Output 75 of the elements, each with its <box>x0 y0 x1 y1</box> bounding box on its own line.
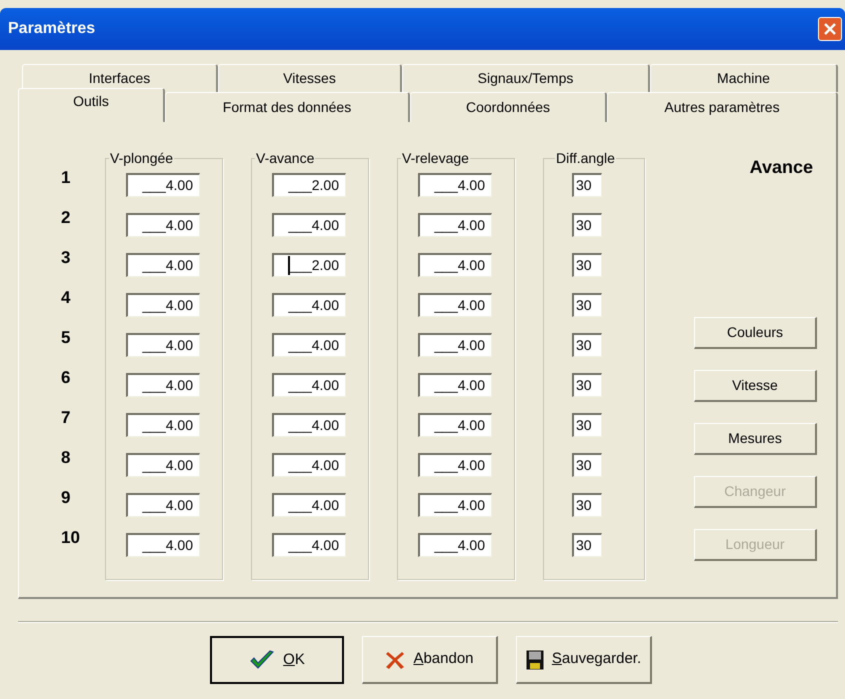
number-field[interactable]: ___4.00 <box>272 213 346 237</box>
tab[interactable]: Signaux/Temps <box>402 64 650 92</box>
number-field[interactable]: ___4.00 <box>418 173 492 197</box>
save-button[interactable]: Sauvegarder. <box>516 636 652 684</box>
number-field[interactable]: ___4.00 <box>126 413 200 437</box>
number-field[interactable]: 30 <box>572 453 602 477</box>
number-field[interactable]: ___4.00 <box>272 293 346 317</box>
row-number: 2 <box>61 208 72 229</box>
number-field[interactable]: ___4.00 <box>272 493 346 517</box>
number-field[interactable]: ___4.00 <box>418 333 492 357</box>
number-field[interactable]: ___2.00 <box>272 253 346 277</box>
number-field[interactable]: 30 <box>572 413 602 437</box>
number-field[interactable]: ___4.00 <box>418 253 492 277</box>
number-field[interactable]: 30 <box>572 253 602 277</box>
tab[interactable]: Coordonnées <box>410 92 607 122</box>
number-field[interactable]: 30 <box>572 493 602 517</box>
cancel-button[interactable]: Abandon <box>362 636 498 684</box>
row-number: 3 <box>61 248 72 269</box>
text-cursor <box>288 256 290 275</box>
number-field[interactable]: ___4.00 <box>126 453 200 477</box>
number-field[interactable]: ___4.00 <box>126 213 200 237</box>
number-field[interactable]: 30 <box>572 333 602 357</box>
number-field[interactable]: 30 <box>572 373 602 397</box>
side-button[interactable]: Mesures <box>694 423 817 455</box>
close-icon <box>823 22 837 36</box>
number-field[interactable]: ___4.00 <box>272 453 346 477</box>
number-field[interactable]: ___4.00 <box>418 493 492 517</box>
tab[interactable]: Format des données <box>165 92 410 122</box>
tab[interactable]: Outils <box>18 88 165 122</box>
number-field[interactable]: ___4.00 <box>272 373 346 397</box>
number-field[interactable]: ___4.00 <box>126 373 200 397</box>
row-number: 5 <box>61 328 72 349</box>
side-button[interactable]: Couleurs <box>694 317 817 349</box>
number-field[interactable]: ___4.00 <box>418 453 492 477</box>
row-number: 8 <box>61 448 72 469</box>
check-icon <box>249 649 276 671</box>
number-field[interactable]: ___4.00 <box>126 293 200 317</box>
side-button[interactable]: Vitesse <box>694 370 817 402</box>
close-button[interactable] <box>818 17 842 41</box>
number-field[interactable]: ___4.00 <box>126 173 200 197</box>
row-number: 9 <box>61 488 72 509</box>
number-field[interactable]: 30 <box>572 173 602 197</box>
number-field[interactable]: ___4.00 <box>126 533 200 557</box>
group-title: V-relevage <box>401 149 470 168</box>
row-number: 1 <box>61 168 72 189</box>
row-number: 6 <box>61 368 72 389</box>
group-title: Diff.angle <box>555 149 616 168</box>
window-title: Paramètres <box>8 19 96 39</box>
mode-label: Avance <box>750 156 813 179</box>
number-field[interactable]: 30 <box>572 533 602 557</box>
number-field[interactable]: ___4.00 <box>418 373 492 397</box>
tab[interactable]: Machine <box>650 64 838 92</box>
number-field[interactable]: 30 <box>572 213 602 237</box>
number-field[interactable]: ___4.00 <box>272 533 346 557</box>
ok-button[interactable]: OK <box>210 636 344 684</box>
number-field[interactable]: ___4.00 <box>418 533 492 557</box>
number-field[interactable]: ___4.00 <box>126 493 200 517</box>
number-field[interactable]: ___4.00 <box>418 413 492 437</box>
group-title: V-avance <box>255 149 316 168</box>
group-title: V-plongée <box>109 149 174 168</box>
row-number: 10 <box>61 528 81 549</box>
number-field[interactable]: ___4.00 <box>272 333 346 357</box>
number-field[interactable]: ___4.00 <box>418 293 492 317</box>
tab[interactable]: Vitesses <box>218 64 402 92</box>
number-field[interactable]: ___4.00 <box>272 413 346 437</box>
number-field[interactable]: ___4.00 <box>126 253 200 277</box>
number-field[interactable]: 30 <box>572 293 602 317</box>
row-number: 7 <box>61 408 72 429</box>
tab[interactable]: Interfaces <box>22 64 218 92</box>
number-field[interactable]: ___4.00 <box>418 213 492 237</box>
number-field[interactable]: ___2.00 <box>272 173 346 197</box>
cross-icon <box>385 650 406 670</box>
number-field[interactable]: ___4.00 <box>126 333 200 357</box>
row-number: 4 <box>61 288 72 309</box>
tab[interactable]: Autres paramètres <box>607 92 838 122</box>
